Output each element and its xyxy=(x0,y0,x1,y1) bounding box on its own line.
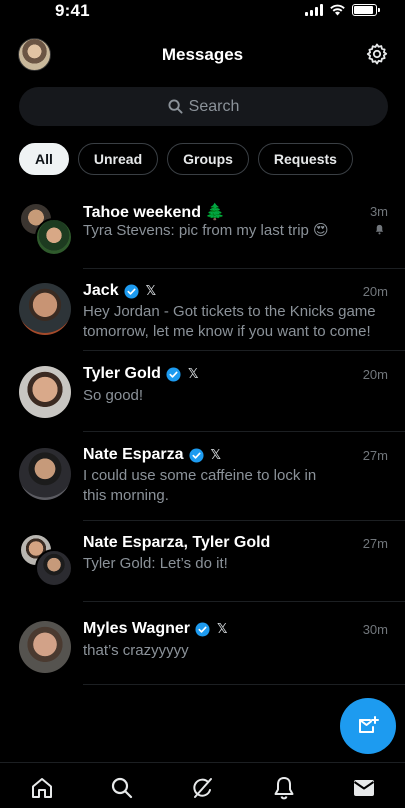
conversation-name: Myles Wagner xyxy=(83,620,190,637)
conversation-name: Tahoe weekend 🌲 xyxy=(83,204,226,221)
new-message-button[interactable] xyxy=(340,698,396,754)
conversation-time: 30m xyxy=(362,622,388,637)
group-avatar xyxy=(19,202,73,256)
filter-all[interactable]: All xyxy=(19,143,69,175)
signal-icon xyxy=(305,4,323,16)
verified-badge-icon xyxy=(124,283,139,299)
wifi-icon xyxy=(330,4,345,16)
filter-requests[interactable]: Requests xyxy=(257,143,353,175)
home-icon[interactable] xyxy=(29,775,55,801)
conversation-row[interactable]: Tyler Gold 𝕏 20m So good! xyxy=(0,351,405,432)
verified-badge-icon xyxy=(166,366,181,382)
conversation-preview: Tyra Stevens: pic from my last trip 😍 xyxy=(83,222,329,239)
status-time: 9:41 xyxy=(55,1,90,20)
conversation-name: Nate Esparza, Tyler Gold xyxy=(83,534,271,551)
search-icon xyxy=(168,99,183,114)
x-logo-icon: 𝕏 xyxy=(210,447,221,462)
conversation-name-line: Tahoe weekend 🌲 xyxy=(83,202,225,222)
new-message-icon xyxy=(359,716,379,733)
conversation-row[interactable]: Nate Esparza, Tyler Gold 27m Tyler Gold:… xyxy=(0,521,405,602)
search-input[interactable]: Search xyxy=(19,87,388,126)
page-title: Messages xyxy=(161,45,244,64)
conversation-name: Nate Esparza xyxy=(83,446,184,463)
conversation-list: Tahoe weekend 🌲 3m Tyra Stevens: pic fro… xyxy=(0,188,405,685)
search-placeholder: Search xyxy=(188,97,240,115)
avatar xyxy=(19,366,71,418)
grok-icon[interactable] xyxy=(189,775,215,801)
conversation-name-line: Myles Wagner 𝕏 xyxy=(83,620,227,638)
conversation-name-line: Nate Esparza, Tyler Gold xyxy=(83,534,270,552)
conversation-row[interactable]: Myles Wagner 𝕏 30m that’s crazyyyyy xyxy=(0,602,405,685)
mute-bell-icon xyxy=(375,224,384,235)
header: Messages xyxy=(0,38,405,72)
conversation-preview: I could use some caffeine to lock in thi… xyxy=(83,467,317,504)
filter-groups[interactable]: Groups xyxy=(167,143,249,175)
search-icon[interactable] xyxy=(109,775,135,801)
conversation-row[interactable]: Jack 𝕏 20m Hey Jordan - Got tickets to t… xyxy=(0,269,405,351)
conversation-time: 3m xyxy=(369,204,388,219)
conversation-name-line: Tyler Gold 𝕏 xyxy=(83,365,198,383)
status-bar: 9:41 xyxy=(0,0,405,24)
filter-chips: All Unread Groups Requests xyxy=(19,143,353,175)
avatar xyxy=(35,549,73,587)
messages-icon[interactable] xyxy=(351,775,377,801)
status-icons xyxy=(305,4,380,16)
x-logo-icon: 𝕏 xyxy=(187,366,199,381)
conversation-preview: So good! xyxy=(83,387,144,404)
conversation-name-line: Jack 𝕏 xyxy=(83,282,156,300)
row-divider xyxy=(83,684,405,685)
conversation-row[interactable]: Tahoe weekend 🌲 3m Tyra Stevens: pic fro… xyxy=(0,188,405,269)
x-logo-icon: 𝕏 xyxy=(217,621,228,636)
conversation-name-line: Nate Esparza 𝕏 xyxy=(83,446,221,464)
conversation-time: 20m xyxy=(362,284,388,299)
conversation-preview: that’s crazyyyyy xyxy=(83,642,189,659)
gear-icon[interactable] xyxy=(365,42,389,66)
avatar xyxy=(19,448,71,500)
conversation-time: 27m xyxy=(362,536,388,551)
conversation-time: 20m xyxy=(362,367,388,382)
battery-icon xyxy=(352,4,380,16)
verified-badge-icon xyxy=(188,447,204,463)
conversation-time: 27m xyxy=(362,448,388,463)
x-logo-icon: 𝕏 xyxy=(145,283,157,298)
verified-badge-icon xyxy=(195,621,210,637)
avatar xyxy=(19,283,71,335)
bottom-tab-bar xyxy=(0,762,405,808)
conversation-preview: Tyler Gold: Let’s do it! xyxy=(83,555,228,572)
notifications-icon[interactable] xyxy=(271,775,297,801)
battery-level xyxy=(354,6,373,14)
conversation-row[interactable]: Nate Esparza 𝕏 27m I could use some caff… xyxy=(0,432,405,521)
conversation-preview: Hey Jordan - Got tickets to the Knicks g… xyxy=(83,303,376,340)
group-avatar xyxy=(19,533,73,587)
conversation-name: Tyler Gold xyxy=(83,365,161,382)
filter-unread[interactable]: Unread xyxy=(77,143,159,175)
avatar xyxy=(35,218,73,256)
conversation-name: Jack xyxy=(83,282,119,299)
avatar xyxy=(19,621,71,673)
